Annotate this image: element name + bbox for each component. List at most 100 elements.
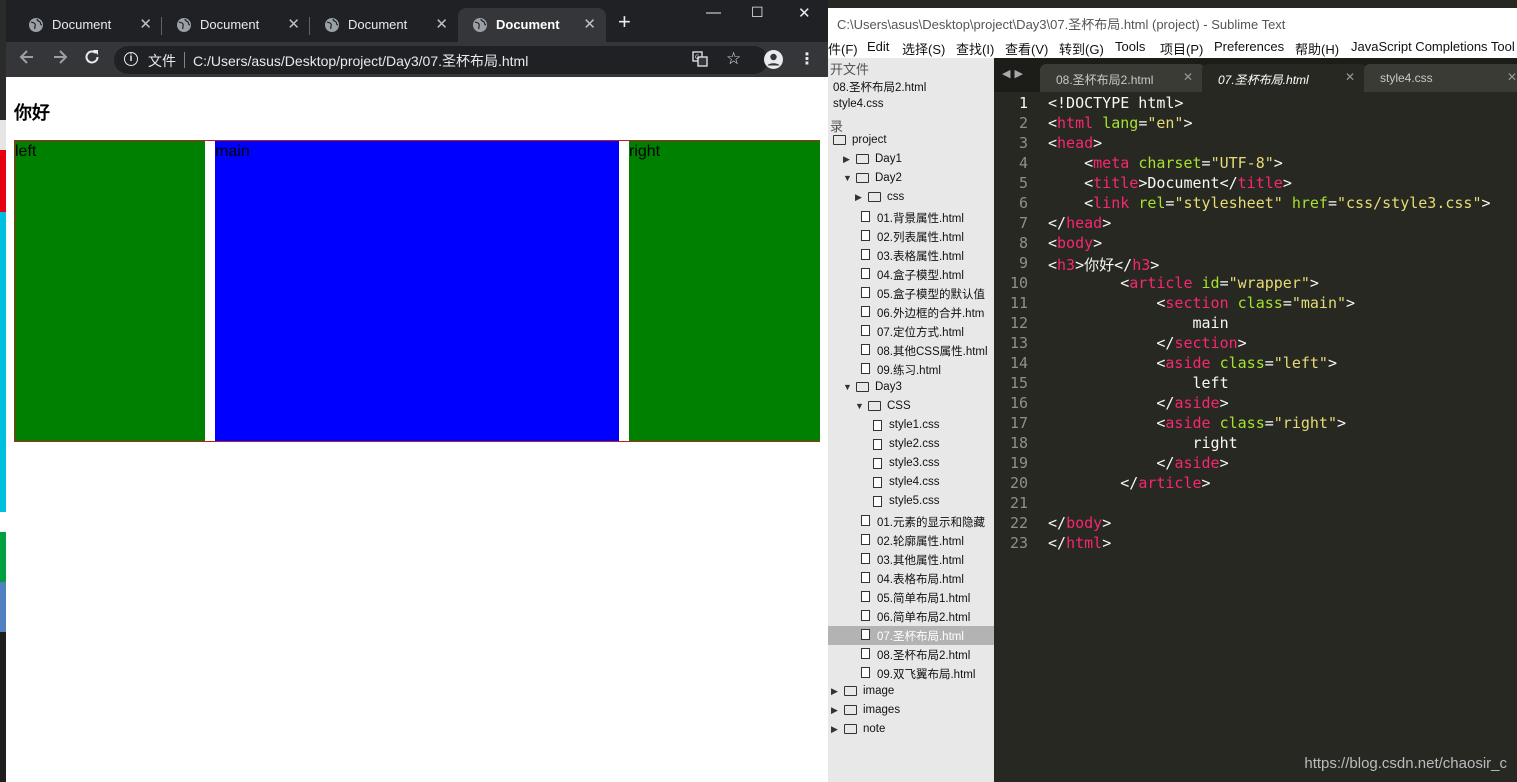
file-tree-item[interactable]: 08.圣杯布局2.html [828,645,994,664]
folder-tree-item[interactable]: ▶ image [828,683,994,702]
folder-tree-item[interactable]: project [828,132,994,151]
reload-icon[interactable] [83,48,101,71]
folder-tree-item[interactable]: ▶ images [828,702,994,721]
menu-item[interactable]: 件(F) [828,39,858,58]
open-file-item[interactable]: style4.css [833,96,993,115]
collapsed-arrow-icon[interactable]: ▶ [831,686,838,697]
code-line[interactable]: <h3>你好</h3> [1048,254,1159,275]
code-line[interactable]: <article id="wrapper"> [1048,274,1319,292]
file-tree-item[interactable]: style4.css [828,474,994,493]
file-tree-item[interactable]: 08.其他CSS属性.html [828,341,994,360]
more-menu-icon[interactable]: ⋮ [799,49,815,69]
file-tree-item[interactable]: 02.轮廓属性.html [828,531,994,550]
forward-icon[interactable] [51,48,69,71]
code-line[interactable]: right [1048,434,1237,452]
file-tree-item[interactable]: 03.其他属性.html [828,550,994,569]
close-tab-icon[interactable]: ✕ [1183,70,1193,84]
expanded-arrow-icon[interactable]: ▼ [843,173,852,183]
menu-item[interactable]: 转到(G) [1059,39,1104,58]
file-tree-item[interactable]: style1.css [828,417,994,436]
file-tree-item[interactable]: 06.简单布局2.html [828,607,994,626]
menu-item[interactable]: 项目(P) [1160,39,1203,58]
code-line[interactable]: </head> [1048,214,1111,232]
menu-item[interactable]: JavaScript Completions Tool [1351,39,1515,54]
file-tree-item[interactable]: 06.外边框的合并.htm [828,303,994,322]
folder-tree-item[interactable]: ▼ CSS [828,398,994,417]
folder-tree-item[interactable]: ▼ Day3 [828,379,994,398]
file-tree-item[interactable]: 05.简单布局1.html [828,588,994,607]
folder-tree-item[interactable]: ▼ Day2 [828,170,994,189]
code-editor[interactable]: 1 <!DOCTYPE html> 2 <html lang="en"> 3 <head>… [994,92,1517,782]
code-line[interactable]: </article> [1048,474,1210,492]
code-line[interactable]: </section> [1048,334,1246,352]
collapsed-arrow-icon[interactable]: ▶ [843,154,850,165]
menu-item[interactable]: 查找(I) [956,39,994,58]
file-tree-item[interactable]: style3.css [828,455,994,474]
menu-item[interactable]: Tools [1115,39,1145,54]
editor-tab[interactable]: 07.圣杯布局.html ✕ [1202,64,1367,92]
collapsed-arrow-icon[interactable]: ▶ [855,192,862,203]
editor-tab[interactable]: 08.圣杯布局2.html ✕ [1040,64,1205,92]
file-tree-item[interactable]: 07.定位方式.html [828,322,994,341]
file-tree-item[interactable]: 09.练习.html [828,360,994,379]
translate-icon[interactable]: G [692,51,708,70]
file-tree-item[interactable]: 04.盒子模型.html [828,265,994,284]
code-line[interactable]: <aside class="left"> [1048,354,1337,372]
file-tree-item[interactable]: 02.列表属性.html [828,227,994,246]
close-window-button[interactable]: ✕ [798,4,811,22]
collapsed-arrow-icon[interactable]: ▶ [831,724,838,735]
file-tree-item[interactable]: 09.双飞翼布局.html [828,664,994,683]
menu-item[interactable]: 选择(S) [902,39,945,58]
file-tree-item[interactable]: style2.css [828,436,994,455]
code-line[interactable]: </aside> [1048,454,1228,472]
menu-item[interactable]: 查看(V) [1005,39,1048,58]
code-line[interactable]: </aside> [1048,394,1228,412]
close-tab-icon[interactable]: ✕ [139,15,152,33]
code-line[interactable]: main [1048,314,1228,332]
code-line[interactable]: <link rel="stylesheet" href="css/style3.… [1048,194,1490,212]
profile-avatar-icon[interactable] [764,50,783,69]
browser-tab[interactable]: Document ✕ [14,8,162,42]
open-file-item[interactable]: 08.圣杯布局2.html [833,77,993,96]
file-tree-item[interactable]: 01.元素的显示和隐藏 [828,512,994,531]
menu-item[interactable]: Preferences [1214,39,1284,54]
folder-tree-item[interactable]: ▶ css [828,189,994,208]
close-tab-icon[interactable]: ✕ [287,15,300,33]
url-text[interactable]: C:/Users/asus/Desktop/project/Day3/07.圣杯… [193,51,528,71]
new-tab-button[interactable]: + [618,11,631,33]
code-line[interactable]: </html> [1048,534,1111,552]
folder-tree-item[interactable]: ▶ note [828,721,994,740]
code-line[interactable]: <aside class="right"> [1048,414,1346,432]
browser-tab[interactable]: Document ✕ [458,8,606,42]
file-tree-item[interactable]: 07.圣杯布局.html [828,626,994,645]
minimize-button[interactable]: — [706,4,721,21]
file-tree-item[interactable]: 04.表格布局.html [828,569,994,588]
bookmark-star-icon[interactable]: ☆ [726,49,741,69]
code-line[interactable]: <section class="main"> [1048,294,1355,312]
code-line[interactable]: <title>Document</title> [1048,174,1292,192]
code-line[interactable]: <body> [1048,234,1102,252]
back-icon[interactable] [18,48,36,71]
site-info-icon[interactable]: i [124,52,138,66]
maximize-button[interactable]: ☐ [751,4,764,21]
tab-scroll-arrows-icon[interactable]: ◀▶ [1002,67,1027,80]
file-tree-item[interactable]: 01.背景属性.html [828,208,994,227]
code-line[interactable]: left [1048,374,1228,392]
close-tab-icon[interactable]: ✕ [1345,70,1355,84]
close-tab-icon[interactable]: ✕ [435,15,448,33]
code-line[interactable]: <head> [1048,134,1102,152]
menu-item[interactable]: Edit [867,39,889,54]
file-tree-item[interactable]: 05.盒子模型的默认值 [828,284,994,303]
collapsed-arrow-icon[interactable]: ▶ [831,705,838,716]
file-tree-item[interactable]: style5.css [828,493,994,512]
browser-tab[interactable]: Document ✕ [310,8,458,42]
expanded-arrow-icon[interactable]: ▼ [843,382,852,392]
address-bar[interactable]: i 文件 C:/Users/asus/Desktop/project/Day3/… [114,46,768,74]
code-line[interactable]: </body> [1048,514,1111,532]
browser-tab[interactable]: Document ✕ [162,8,310,42]
expanded-arrow-icon[interactable]: ▼ [855,401,864,411]
code-line[interactable]: <!DOCTYPE html> [1048,94,1183,112]
menu-item[interactable]: 帮助(H) [1295,39,1339,58]
code-line[interactable]: <meta charset="UTF-8"> [1048,154,1283,172]
close-tab-icon[interactable]: ✕ [583,15,596,33]
